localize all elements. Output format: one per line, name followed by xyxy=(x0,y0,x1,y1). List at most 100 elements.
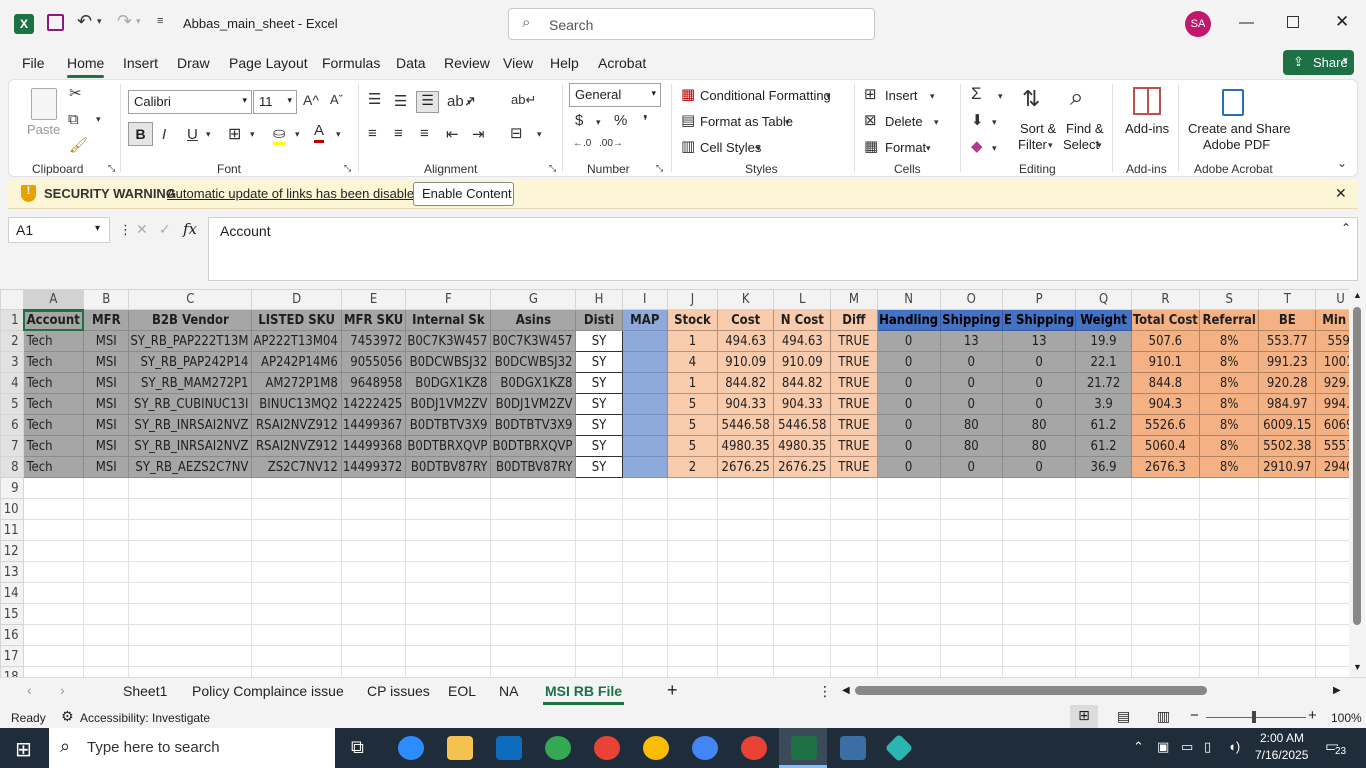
zoom-in-icon[interactable]: + xyxy=(1308,707,1317,724)
empty-cell[interactable] xyxy=(405,561,492,583)
row-header[interactable]: 1 xyxy=(0,309,24,331)
empty-cell[interactable] xyxy=(1001,582,1077,604)
empty-cell[interactable] xyxy=(1075,666,1132,677)
close-icon[interactable]: ✕ xyxy=(1335,185,1347,202)
empty-cell[interactable] xyxy=(22,582,85,604)
header-cell[interactable]: Total Cost xyxy=(1130,309,1200,331)
table-cell[interactable]: SY xyxy=(575,330,623,352)
table-cell[interactable]: BINUC13MQ2 xyxy=(251,393,342,415)
empty-cell[interactable] xyxy=(575,603,623,625)
sheet-tab-eol[interactable]: EOL xyxy=(448,683,476,699)
table-cell[interactable]: 8% xyxy=(1198,330,1260,352)
header-cell[interactable]: Shipping xyxy=(939,309,1003,331)
empty-cell[interactable] xyxy=(876,582,941,604)
header-cell[interactable]: Disti xyxy=(575,309,623,331)
empty-cell[interactable] xyxy=(716,477,775,499)
conditional-formatting-icon[interactable]: ▦ xyxy=(681,85,695,103)
empty-cell[interactable] xyxy=(1258,519,1317,541)
empty-cell[interactable] xyxy=(830,603,878,625)
table-cell[interactable]: 14499368 xyxy=(340,435,407,457)
empty-cell[interactable] xyxy=(830,624,878,646)
empty-cell[interactable] xyxy=(83,582,130,604)
empty-cell[interactable] xyxy=(1258,666,1317,677)
chevron-down-icon[interactable]: ▾ xyxy=(926,143,931,154)
column-header-f[interactable]: F xyxy=(405,289,492,310)
empty-cell[interactable] xyxy=(716,561,775,583)
table-cell[interactable]: 21.72 xyxy=(1075,372,1132,394)
empty-cell[interactable] xyxy=(251,477,342,499)
column-header-c[interactable]: C xyxy=(128,289,253,310)
currency-icon[interactable]: $ xyxy=(575,112,583,129)
empty-cell[interactable] xyxy=(251,603,342,625)
align-left-icon[interactable]: ≡ xyxy=(368,125,377,142)
table-cell[interactable]: 13 xyxy=(939,330,1003,352)
table-cell[interactable]: B0DCWBSJ32 xyxy=(405,351,492,373)
find-select-label-2[interactable]: Select xyxy=(1063,137,1099,152)
row-header[interactable]: 18 xyxy=(0,666,24,677)
empty-cell[interactable] xyxy=(251,582,342,604)
empty-cell[interactable] xyxy=(22,603,85,625)
empty-cell[interactable] xyxy=(1130,477,1200,499)
empty-cell[interactable] xyxy=(830,540,878,562)
table-cell[interactable]: 4980.35 xyxy=(773,435,832,457)
table-cell[interactable]: 14499372 xyxy=(340,456,407,478)
align-bottom-icon[interactable]: ☰ xyxy=(416,91,439,113)
table-cell[interactable]: 80 xyxy=(939,414,1003,436)
empty-cell[interactable] xyxy=(939,540,1003,562)
table-cell[interactable]: 5 xyxy=(667,435,718,457)
header-cell[interactable]: MAP xyxy=(621,309,669,331)
worksheet-grid[interactable]: A B C D E F G H I J K L M N O P Q R S T U 1 Account MFR B2B Vend… xyxy=(0,289,1366,677)
table-cell[interactable]: TRUE xyxy=(830,330,878,352)
chevron-down-icon[interactable]: ▾ xyxy=(992,143,997,154)
empty-cell[interactable] xyxy=(773,477,832,499)
table-cell[interactable]: 904.33 xyxy=(773,393,832,415)
table-cell[interactable]: 61.2 xyxy=(1075,414,1132,436)
empty-cell[interactable] xyxy=(490,603,577,625)
table-cell[interactable]: AP222T13M04 xyxy=(251,330,342,352)
empty-cell[interactable] xyxy=(1001,561,1077,583)
empty-cell[interactable] xyxy=(22,624,85,646)
accessibility-status[interactable]: Accessibility: Investigate xyxy=(80,711,210,725)
row-header[interactable]: 4 xyxy=(0,372,24,394)
empty-cell[interactable] xyxy=(490,477,577,499)
table-cell[interactable]: 2676.25 xyxy=(716,456,775,478)
scroll-up-icon[interactable]: ▲ xyxy=(1353,290,1362,300)
empty-cell[interactable] xyxy=(405,477,492,499)
table-cell[interactable]: MSI xyxy=(83,372,130,394)
table-cell[interactable]: TRUE xyxy=(830,351,878,373)
table-cell[interactable]: SY_RB_PAP242P14 xyxy=(128,351,253,373)
table-cell[interactable]: B0DTBV87RY xyxy=(490,456,577,478)
row-header[interactable]: 6 xyxy=(0,414,24,436)
empty-cell[interactable] xyxy=(575,666,623,677)
empty-cell[interactable] xyxy=(1130,519,1200,541)
empty-cell[interactable] xyxy=(667,666,718,677)
empty-cell[interactable] xyxy=(128,624,253,646)
empty-cell[interactable] xyxy=(939,624,1003,646)
row-header[interactable]: 12 xyxy=(0,540,24,562)
header-cell[interactable]: Cost xyxy=(716,309,775,331)
header-cell[interactable]: Referral xyxy=(1198,309,1260,331)
empty-cell[interactable] xyxy=(22,540,85,562)
table-cell[interactable] xyxy=(621,330,669,352)
empty-cell[interactable] xyxy=(1001,519,1077,541)
table-cell[interactable]: 8% xyxy=(1198,456,1260,478)
tab-draw[interactable]: Draw xyxy=(177,55,210,71)
table-cell[interactable]: 8% xyxy=(1198,372,1260,394)
excel-taskbar-icon[interactable] xyxy=(791,736,817,760)
table-cell[interactable]: Tech xyxy=(22,351,85,373)
empty-cell[interactable] xyxy=(1075,582,1132,604)
empty-cell[interactable] xyxy=(340,603,407,625)
empty-cell[interactable] xyxy=(1198,582,1260,604)
tab-view[interactable]: View xyxy=(503,55,533,71)
tab-acrobat[interactable]: Acrobat xyxy=(598,55,646,71)
italic-icon[interactable]: I xyxy=(162,126,166,143)
empty-cell[interactable] xyxy=(405,666,492,677)
scroll-left-icon[interactable]: ◀ xyxy=(842,685,850,696)
empty-cell[interactable] xyxy=(876,498,941,520)
file-explorer-icon[interactable] xyxy=(447,736,473,760)
delete-cells-icon[interactable]: ⊠ xyxy=(864,111,877,129)
more-icon[interactable]: ⋮ xyxy=(119,222,132,238)
empty-cell[interactable] xyxy=(1001,666,1077,677)
column-header-p[interactable]: P xyxy=(1001,289,1077,310)
table-cell[interactable]: Tech xyxy=(22,456,85,478)
